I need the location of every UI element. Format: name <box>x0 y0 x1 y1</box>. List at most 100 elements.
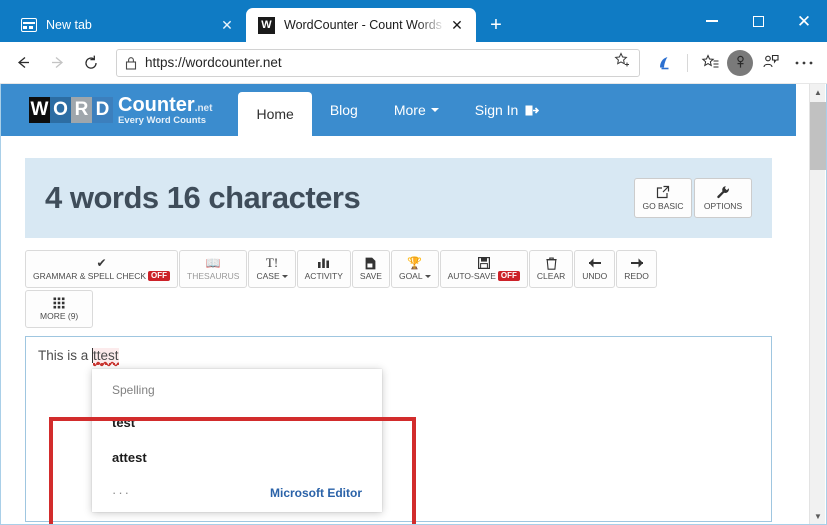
go-basic-button[interactable]: GO BASIC <box>634 178 692 218</box>
logo-tagline: Every Word Counts <box>118 114 206 126</box>
tool-label: SAVE <box>359 271 382 281</box>
chevron-down-icon <box>424 274 431 278</box>
nav-item-sign-in[interactable]: Sign In <box>457 84 558 136</box>
tool-more[interactable]: MORE (9) <box>25 290 94 328</box>
close-icon[interactable]: ✕ <box>216 18 238 32</box>
tool-label: UNDO <box>582 271 608 281</box>
favicon-letter: W <box>258 16 275 34</box>
star-add-icon[interactable] <box>614 51 631 74</box>
forward-button[interactable] <box>40 48 74 78</box>
nav-item-label: Home <box>256 106 294 122</box>
newtab-icon <box>20 17 37 34</box>
tool-label-text: AUTO-SAVE <box>447 271 496 281</box>
tool-label: THESAURUS <box>187 271 240 281</box>
text-editor[interactable]: This is a ttest Spelling test attest ···… <box>25 336 772 522</box>
browser-navigation-bar: https://wordcounter.net <box>0 42 827 84</box>
banner-button-group: GO BASIC OPTIONS <box>634 178 752 218</box>
logo-letter-o: O <box>50 97 71 123</box>
banner-button-label: OPTIONS <box>703 201 743 211</box>
refresh-button[interactable] <box>74 48 108 78</box>
wrench-icon <box>717 186 729 199</box>
tool-clear[interactable]: CLEAR <box>528 250 574 288</box>
floppy-icon <box>477 257 490 270</box>
popup-title: Spelling <box>112 383 155 397</box>
collections-icon[interactable] <box>753 48 787 78</box>
nav-item-blog[interactable]: Blog <box>312 84 376 136</box>
scroll-down-icon[interactable]: ▼ <box>810 508 826 524</box>
address-bar[interactable]: https://wordcounter.net <box>116 48 640 77</box>
maximize-icon <box>752 15 764 27</box>
arrow-right-icon <box>51 57 63 68</box>
minimize-icon <box>706 20 718 22</box>
nav-item-home[interactable]: Home <box>238 92 312 136</box>
page-viewport: W O R D Counter.net Every Word Counts Ho… <box>0 84 827 525</box>
more-options-button[interactable]: ··· <box>112 485 131 500</box>
tool-grammar-spell-check[interactable]: ✔ GRAMMAR & SPELL CHECK OFF <box>25 250 179 288</box>
microsoft-editor-link[interactable]: Microsoft Editor <box>270 486 362 500</box>
browser-window: New tab ✕ W WordCounter - Count Words & … <box>0 0 827 525</box>
tool-label-text: CASE <box>256 271 280 281</box>
minimize-button[interactable] <box>689 0 735 42</box>
options-button[interactable]: OPTIONS <box>694 178 752 218</box>
check-icon: ✔ <box>96 256 107 270</box>
page-content: W O R D Counter.net Every Word Counts Ho… <box>1 84 796 524</box>
nav-item-label: Blog <box>329 102 358 118</box>
status-badge: OFF <box>497 271 520 281</box>
favorites-hub-icon[interactable] <box>693 48 727 78</box>
back-button[interactable] <box>6 48 40 78</box>
site-header: W O R D Counter.net Every Word Counts Ho… <box>1 84 796 136</box>
tool-goal[interactable]: 🏆 GOAL <box>390 250 439 288</box>
word-count-summary: 4 words 16 characters <box>45 180 361 215</box>
close-window-button[interactable]: ✕ <box>781 0 827 42</box>
chevron-down-icon <box>281 274 288 278</box>
suggestion-item[interactable]: attest <box>112 450 362 465</box>
tab-strip: New tab ✕ W WordCounter - Count Words & … <box>0 0 827 42</box>
tool-case[interactable]: T! CASE <box>248 250 296 288</box>
new-tab-button[interactable]: + <box>480 8 512 42</box>
arrow-right-icon <box>630 257 644 270</box>
chevron-down-icon <box>430 108 439 112</box>
close-icon: ✕ <box>796 11 812 31</box>
immersive-reader-icon[interactable] <box>648 48 682 78</box>
tab-title: WordCounter - Count Words & C <box>284 18 446 32</box>
banner-button-label: GO BASIC <box>642 201 684 211</box>
tab-title: New tab <box>46 18 92 32</box>
tool-activity[interactable]: ACTIVITY <box>296 250 351 288</box>
misspelled-word[interactable]: ttest <box>93 348 119 365</box>
url-text[interactable]: https://wordcounter.net <box>145 55 608 70</box>
profile-avatar-icon[interactable] <box>727 49 753 76</box>
refresh-icon <box>85 55 97 69</box>
scroll-up-icon[interactable]: ▲ <box>810 84 826 101</box>
arrow-left-icon <box>588 257 602 270</box>
wordcounter-logo[interactable]: W O R D Counter.net Every Word Counts <box>15 84 226 136</box>
logo-letter-r: R <box>71 97 92 123</box>
tool-redo[interactable]: REDO <box>616 250 657 288</box>
logo-letter-w: W <box>29 97 50 123</box>
toolbar-divider <box>687 53 688 72</box>
save-file-icon <box>365 257 376 270</box>
suggestion-item[interactable]: test <box>112 415 362 430</box>
scrollbar-thumb[interactable] <box>810 102 826 170</box>
close-icon[interactable]: ✕ <box>446 18 468 32</box>
tool-save[interactable]: SAVE <box>351 250 390 288</box>
tool-label: CASE <box>256 271 288 281</box>
tool-thesaurus[interactable]: 📖 THESAURUS <box>179 250 248 288</box>
maximize-button[interactable] <box>735 0 781 42</box>
tool-label: MORE (9) <box>40 311 79 321</box>
tool-auto-save[interactable]: AUTO-SAVE OFF <box>439 250 528 288</box>
popup-footer: ··· Microsoft Editor <box>112 485 362 500</box>
logo-counter-text: Counter <box>118 93 195 116</box>
tool-label-text: GOAL <box>398 271 423 281</box>
browser-tab-wordcounter[interactable]: W WordCounter - Count Words & C ✕ <box>246 8 476 42</box>
status-badge: OFF <box>148 271 171 281</box>
tool-label: CLEAR <box>536 271 566 281</box>
site-main-nav: Home Blog More Sign In <box>238 84 557 136</box>
page-scrollbar[interactable]: ▲ ▼ <box>809 84 826 524</box>
tool-undo[interactable]: UNDO <box>574 250 616 288</box>
text-case-icon: T! <box>265 255 279 270</box>
browser-tab-new-tab[interactable]: New tab ✕ <box>8 8 246 42</box>
ellipsis-more-icon[interactable] <box>787 48 821 78</box>
wordcounter-icon: W <box>258 16 275 34</box>
nav-item-more[interactable]: More <box>376 84 457 136</box>
editor-text-plain: This is a <box>38 348 93 363</box>
